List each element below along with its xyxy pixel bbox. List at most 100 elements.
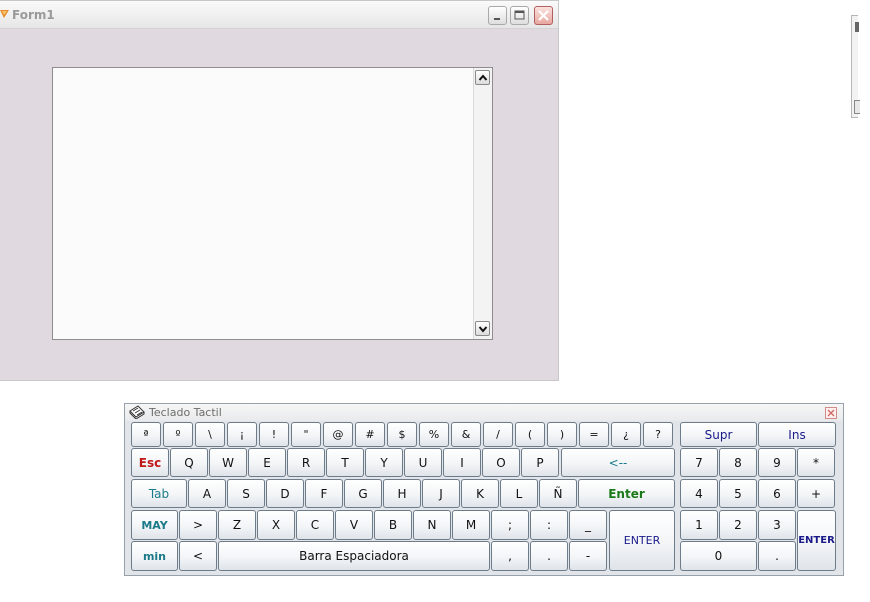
key-ud1[interactable]: Ñ [539, 479, 577, 508]
close-button[interactable] [534, 6, 553, 25]
key-u5f[interactable]: _ [569, 510, 607, 540]
key-c[interactable]: C [296, 510, 334, 540]
key-b[interactable]: B [374, 510, 412, 540]
scroll-up-button[interactable] [475, 70, 490, 85]
key-g[interactable]: G [344, 479, 382, 508]
key-ubf[interactable]: ¿ [611, 422, 641, 447]
ins-key[interactable]: Ins [758, 422, 836, 447]
key-u5c[interactable]: \ [195, 422, 225, 447]
key-o[interactable]: O [482, 448, 520, 477]
key-u3b[interactable]: ; [491, 510, 529, 540]
key-u24[interactable]: $ [387, 422, 417, 447]
app-icon [0, 10, 9, 18]
key-x[interactable]: X [257, 510, 295, 540]
key-ua1[interactable]: ¡ [227, 422, 257, 447]
touch-keyboard-window: Teclado Tactil ª º \ ¡! " @ # $% & /() = ¿? Esc Q W E R T… [124, 403, 844, 576]
chevron-up-icon [478, 74, 488, 81]
form1-window: Form1 [0, 0, 559, 381]
keyboard-titlebar[interactable]: Teclado Tactil [125, 404, 843, 421]
key-u28[interactable]: ( [515, 422, 545, 447]
key-uaa[interactable]: ª [131, 422, 161, 447]
numpad-7[interactable]: 7 [680, 448, 718, 477]
tab-key[interactable]: Tab [131, 479, 187, 508]
close-icon [827, 409, 835, 417]
supr-key[interactable]: Supr [680, 422, 757, 447]
numpad-u2a[interactable]: * [797, 448, 835, 477]
key-u3a[interactable]: : [530, 510, 568, 540]
key-u21[interactable]: ! [259, 422, 289, 447]
minimize-button[interactable] [488, 6, 507, 25]
enter-big-key[interactable]: ENTER [609, 510, 675, 571]
numpad-u2b[interactable]: + [797, 479, 835, 508]
key-u3f[interactable]: ? [643, 422, 673, 447]
space-key[interactable]: Barra Espaciadora [218, 541, 490, 571]
key-e[interactable]: E [248, 448, 286, 477]
scroll-down-button[interactable] [475, 321, 490, 336]
key-u3e[interactable]: > [179, 510, 217, 540]
key-k[interactable]: K [461, 479, 499, 508]
backspace-key[interactable]: <-- [561, 448, 675, 477]
background-window-edge [851, 15, 860, 118]
numpad-2[interactable]: 2 [719, 510, 757, 540]
memo-textarea[interactable] [52, 67, 493, 340]
key-u22[interactable]: " [291, 422, 321, 447]
memo-vertical-scrollbar[interactable] [473, 68, 492, 339]
key-u2c[interactable]: , [491, 541, 529, 571]
shift-min-key[interactable]: min [131, 541, 178, 571]
key-a[interactable]: A [188, 479, 226, 508]
key-h[interactable]: H [383, 479, 421, 508]
key-v[interactable]: V [335, 510, 373, 540]
numpad-dot[interactable]: . [758, 541, 796, 571]
key-uba[interactable]: º [163, 422, 193, 447]
enter-small-key[interactable]: Enter [578, 479, 675, 508]
key-t[interactable]: T [326, 448, 364, 477]
numpad-3[interactable]: 3 [758, 510, 796, 540]
keyboard-title: Teclado Tactil [149, 406, 222, 419]
key-lt[interactable]: < [179, 541, 217, 571]
maximize-button[interactable] [510, 6, 529, 25]
form1-titlebar[interactable]: Form1 [0, 1, 558, 29]
key-d[interactable]: D [266, 479, 304, 508]
keyboard-keys-area: ª º \ ¡! " @ # $% & /() = ¿? Esc Q W E R T Y U I O P <-- Tab A S D F… [125, 421, 843, 575]
close-icon [538, 10, 549, 21]
key-u[interactable]: U [404, 448, 442, 477]
key-u25[interactable]: % [419, 422, 449, 447]
window-title: Form1 [12, 8, 55, 22]
numpad-8[interactable]: 8 [719, 448, 757, 477]
key-f[interactable]: F [305, 479, 343, 508]
minimize-icon [494, 18, 500, 20]
key-p[interactable]: P [521, 448, 559, 477]
key-u29[interactable]: ) [547, 422, 577, 447]
key-r[interactable]: R [287, 448, 325, 477]
key-u2d[interactable]: - [569, 541, 607, 571]
key-u2e[interactable]: . [530, 541, 568, 571]
numpad-5[interactable]: 5 [719, 479, 757, 508]
key-q[interactable]: Q [170, 448, 208, 477]
key-l[interactable]: L [500, 479, 538, 508]
key-u40[interactable]: @ [323, 422, 353, 447]
numpad-4[interactable]: 4 [680, 479, 718, 508]
key-s[interactable]: S [227, 479, 265, 508]
key-u23[interactable]: # [355, 422, 385, 447]
background-window-icon [855, 22, 859, 32]
key-u26[interactable]: & [451, 422, 481, 447]
key-u2f[interactable]: / [483, 422, 513, 447]
numpad-1[interactable]: 1 [680, 510, 718, 540]
esc-key[interactable]: Esc [131, 448, 169, 477]
background-window-scroll-button [854, 100, 860, 114]
key-z[interactable]: Z [218, 510, 256, 540]
numpad-enter-key[interactable]: ENTER [797, 510, 836, 571]
keyboard-close-button[interactable] [825, 407, 837, 419]
key-n[interactable]: N [413, 510, 451, 540]
key-y[interactable]: Y [365, 448, 403, 477]
chevron-down-icon [478, 326, 488, 333]
key-m[interactable]: M [452, 510, 490, 540]
numpad-0[interactable]: 0 [680, 541, 757, 571]
key-u3d[interactable]: = [579, 422, 609, 447]
key-j[interactable]: J [422, 479, 460, 508]
numpad-6[interactable]: 6 [758, 479, 796, 508]
key-w[interactable]: W [209, 448, 247, 477]
caps-may-key[interactable]: MAY [131, 510, 178, 540]
numpad-9[interactable]: 9 [758, 448, 796, 477]
key-i[interactable]: I [443, 448, 481, 477]
